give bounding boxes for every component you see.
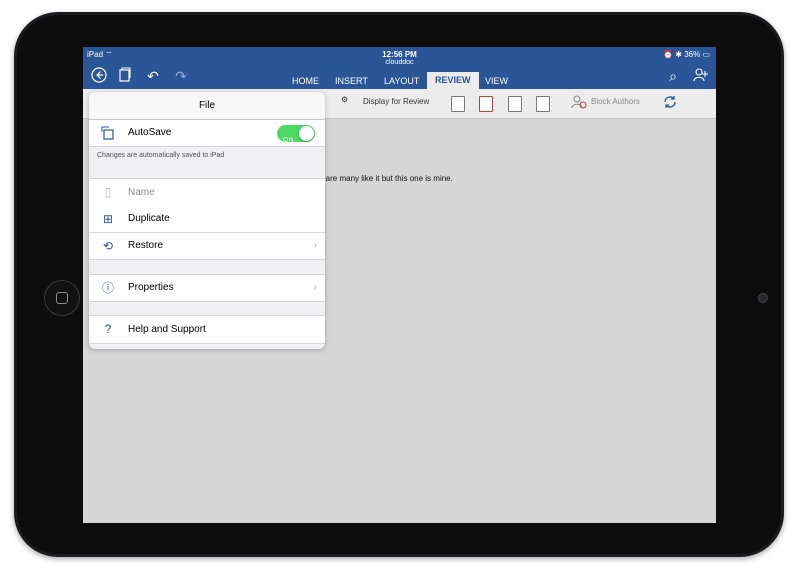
new-comment-icon[interactable] xyxy=(451,96,465,112)
home-button[interactable] xyxy=(44,280,80,316)
document-icon: ▯ xyxy=(104,185,112,199)
ribbon: ↶ ↷ HOME INSERT LAYOUT REVIEW VIEW ⌕ xyxy=(83,67,716,89)
search-icon[interactable]: ⌕ xyxy=(663,67,683,89)
chevron-right-icon: › xyxy=(313,282,317,293)
tab-view[interactable]: VIEW xyxy=(485,73,508,89)
block-authors-icon[interactable] xyxy=(571,94,587,112)
restore-row[interactable]: ⟲ Restore › xyxy=(89,233,325,260)
screen: iPad ⌔ 12:56 PM clouddoc ⏰ ✱ 36% ▭ ↶ ↷ H… xyxy=(83,47,716,523)
undo-icon[interactable]: ↶ xyxy=(143,67,163,89)
display-for-review-button[interactable]: Display for Review xyxy=(363,97,429,106)
battery-percent: 36% xyxy=(684,50,701,59)
info-icon: ⓘ xyxy=(101,281,114,295)
back-icon[interactable] xyxy=(89,67,109,89)
delete-comment-icon[interactable] xyxy=(479,96,493,112)
autosave-row: AutoSave ON xyxy=(89,120,325,147)
file-menu-title: File xyxy=(89,92,325,120)
chevron-right-icon: › xyxy=(313,240,317,251)
file-icon[interactable] xyxy=(115,67,135,89)
autosave-icon xyxy=(100,120,116,149)
display-for-review-icon[interactable]: ⚙ xyxy=(341,95,348,104)
tab-home[interactable]: HOME xyxy=(292,73,319,89)
help-row[interactable]: ? Help and Support xyxy=(89,315,325,344)
document-name: clouddoc xyxy=(385,59,414,66)
properties-row[interactable]: ⓘ Properties › xyxy=(89,274,325,302)
tab-review[interactable]: REVIEW xyxy=(427,72,479,89)
duplicate-icon: ⊞ xyxy=(102,212,114,226)
status-bar: iPad ⌔ 12:56 PM clouddoc ⏰ ✱ 36% ▭ xyxy=(83,47,716,67)
status-right: ⏰ ✱ 36% ▭ xyxy=(663,50,710,59)
autosave-note: Changes are automatically saved to iPad xyxy=(97,152,225,159)
duplicate-label: Duplicate xyxy=(128,213,170,224)
properties-label: Properties xyxy=(128,282,174,293)
autosave-toggle-state: ON xyxy=(283,137,294,144)
file-menu-popover: File AutoSave ON Changes are automatical… xyxy=(89,92,325,349)
redo-icon[interactable]: ↷ xyxy=(171,67,191,89)
toggle-knob xyxy=(299,126,314,141)
help-icon: ? xyxy=(104,322,112,336)
name-row[interactable]: ▯ Name xyxy=(89,178,325,207)
sync-icon[interactable] xyxy=(662,94,678,112)
battery-icon: ▭ xyxy=(702,50,710,59)
share-person-icon[interactable] xyxy=(691,67,711,89)
restore-label: Restore xyxy=(128,240,164,251)
bluetooth-icon: ✱ xyxy=(675,50,682,59)
name-label: Name xyxy=(128,187,155,198)
previous-comment-icon[interactable] xyxy=(508,96,522,112)
autosave-label: AutoSave xyxy=(128,127,172,138)
tab-insert[interactable]: INSERT xyxy=(335,73,368,89)
home-button-icon xyxy=(56,292,68,304)
camera-icon xyxy=(758,293,768,303)
next-comment-icon[interactable] xyxy=(536,96,550,112)
autosave-toggle[interactable]: ON xyxy=(277,125,315,144)
help-label: Help and Support xyxy=(128,324,206,335)
block-authors-button[interactable]: Block Authors xyxy=(591,97,640,106)
restore-icon: ⟲ xyxy=(102,239,114,253)
document-text[interactable]: e are many like it but this one is mine. xyxy=(319,174,453,183)
status-time: 12:56 PM xyxy=(382,50,417,59)
alarm-icon: ⏰ xyxy=(663,50,674,59)
tab-layout[interactable]: LAYOUT xyxy=(384,73,419,89)
duplicate-row[interactable]: ⊞ Duplicate xyxy=(89,206,325,233)
